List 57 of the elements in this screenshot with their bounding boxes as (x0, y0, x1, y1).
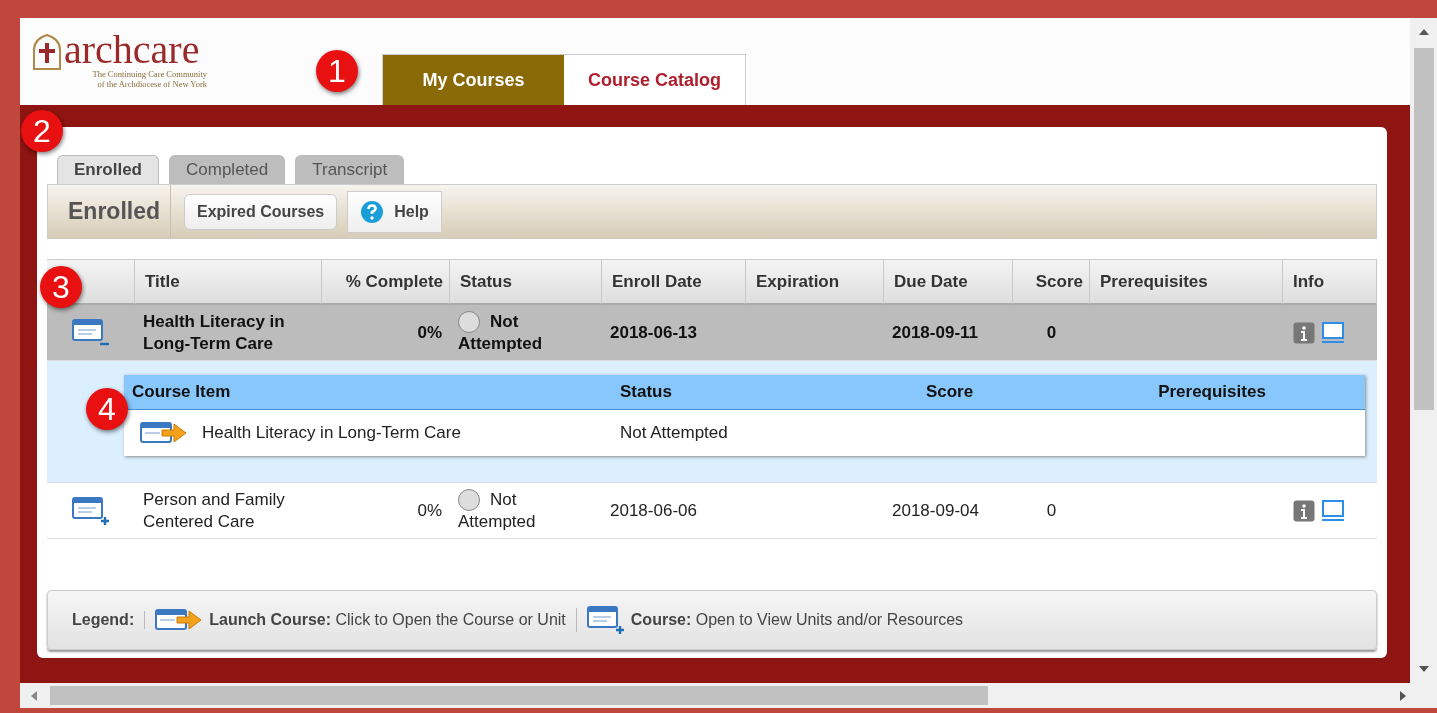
score: 0 (1013, 305, 1090, 361)
monitor-icon[interactable] (1321, 320, 1345, 345)
status-radio-icon (458, 311, 480, 334)
column-header: Status (620, 382, 672, 402)
info-icon[interactable] (1293, 499, 1315, 522)
logo-tagline: The Continuing Care Community (91, 70, 207, 80)
info-icon[interactable] (1293, 321, 1315, 344)
legend-text: Launch Course: Click to Open the Course or Unit (209, 611, 566, 629)
due-date: 2018-09-11 (884, 305, 1013, 361)
sub-tab[interactable]: Enrolled (57, 155, 159, 184)
score: 0 (1013, 483, 1090, 539)
help-icon (360, 199, 385, 224)
logo-name: archcare (64, 30, 200, 70)
due-date: 2018-09-04 (884, 483, 1013, 539)
column-header[interactable]: Prerequisites (1090, 259, 1283, 305)
column-header[interactable]: % Complete (322, 259, 450, 305)
vertical-scrollbar[interactable] (1410, 18, 1437, 683)
monitor-icon[interactable] (1321, 498, 1345, 523)
legend-text: Course: Open to View Units and/or Resources (630, 611, 964, 629)
expand-course-icon[interactable] (72, 495, 110, 526)
column-header[interactable]: Enroll Date (602, 259, 746, 305)
course-title: Person and Family Centered Care (135, 483, 322, 539)
column-header: Course Item (132, 382, 231, 402)
toolbar-title: Enrolled (48, 185, 171, 238)
scroll-thumb[interactable] (1414, 48, 1434, 410)
sub-tab[interactable]: Completed (169, 155, 286, 184)
column-header[interactable]: Expiration (746, 259, 884, 305)
horizontal-scrollbar[interactable] (20, 683, 1437, 708)
percent-complete: 0% (322, 483, 450, 539)
logo-cross-icon (32, 34, 62, 70)
course-title: Health Literacy in Long-Term Care (135, 305, 322, 361)
course-item-title[interactable]: Health Literacy in Long-Term Care (202, 423, 461, 443)
column-header[interactable]: Due Date (884, 259, 1013, 305)
sub-tab[interactable]: Transcript (295, 155, 405, 184)
status-text: Not Attempted (458, 310, 544, 355)
expand-course-icon[interactable] (586, 605, 625, 635)
enroll-date: 2018-06-13 (602, 305, 746, 361)
status-text: Not Attempted (458, 488, 537, 533)
collapse-course-icon[interactable] (72, 317, 110, 348)
status-radio-icon (458, 489, 480, 512)
expired-courses-button[interactable]: Expired Courses (184, 193, 338, 230)
column-header: Prerequisites (1158, 382, 1266, 402)
legend-label: Legend: (72, 611, 146, 629)
column-header[interactable]: Score (1013, 259, 1090, 305)
column-header[interactable]: Info (1283, 259, 1377, 305)
column-header[interactable]: Title (135, 259, 322, 305)
column-header[interactable]: Status (450, 259, 602, 305)
enroll-date: 2018-06-06 (602, 483, 746, 539)
launch-course-icon[interactable] (155, 608, 204, 632)
launch-course-icon[interactable] (140, 421, 188, 445)
main-tab[interactable]: My Courses (383, 55, 564, 105)
percent-complete: 0% (322, 305, 450, 361)
logo-tagline: of the Archdiocese of New York (96, 79, 207, 90)
help-button[interactable]: Help (347, 190, 442, 233)
column-header: Score (925, 382, 974, 402)
scroll-thumb[interactable] (50, 686, 988, 705)
course-item-status: Not Attempted (620, 423, 728, 443)
